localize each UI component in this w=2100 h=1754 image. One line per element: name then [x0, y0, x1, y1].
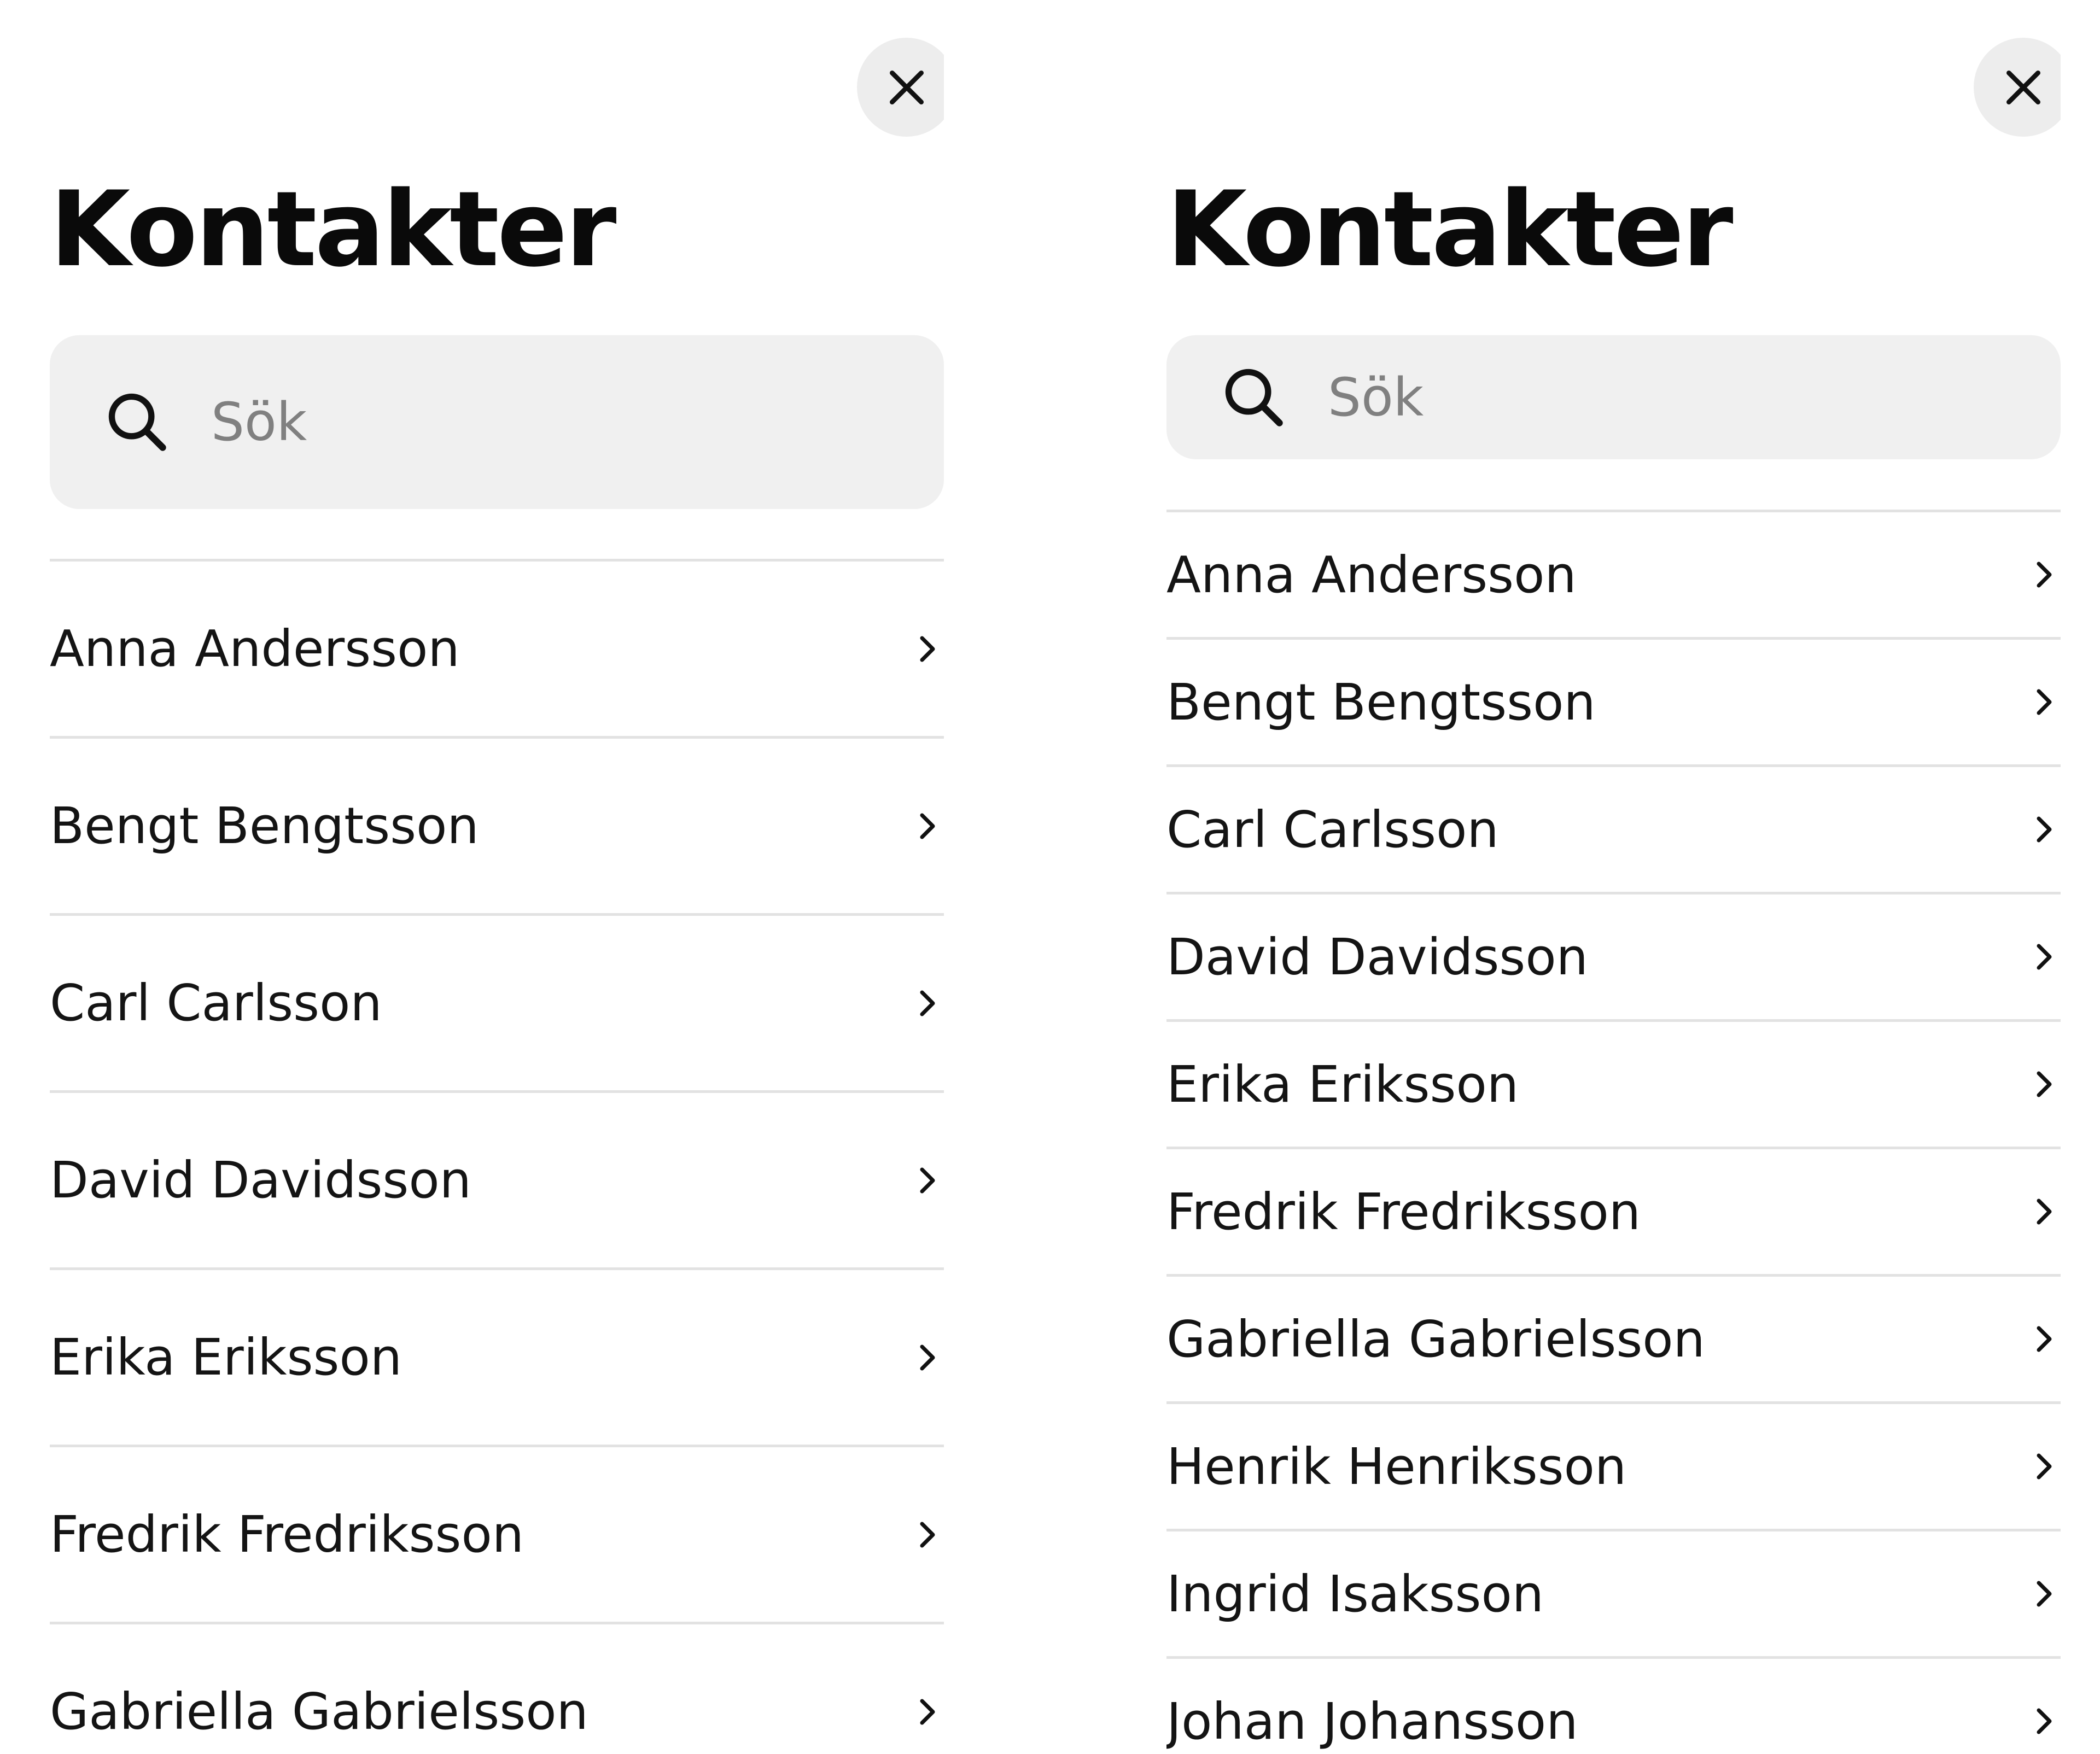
contact-row[interactable]: Henrik Henriksson	[1166, 1401, 2061, 1529]
chevron-right-icon	[2028, 813, 2061, 846]
chevron-right-icon	[911, 1518, 944, 1551]
contact-name: Johan Johansson	[1166, 1692, 1578, 1751]
contact-row[interactable]: Erika Eriksson	[1166, 1019, 2061, 1147]
contact-row[interactable]: David Davidsson	[1166, 892, 2061, 1019]
chevron-right-icon	[2028, 1705, 2061, 1738]
contact-name: Gabriella Gabrielsson	[50, 1682, 588, 1741]
chevron-right-icon	[2028, 1577, 2061, 1610]
search-bar[interactable]	[1166, 335, 2061, 459]
contact-name: David Davidsson	[1166, 927, 1588, 986]
contact-name: Ingrid Isaksson	[1166, 1564, 1544, 1623]
contact-row[interactable]: Bengt Bengtsson	[1166, 637, 2061, 764]
contact-name: Carl Carlsson	[50, 974, 382, 1032]
close-button[interactable]	[857, 38, 944, 137]
contact-row[interactable]: Carl Carlsson	[50, 913, 944, 1090]
contact-list: Anna Andersson Bengt Bengtsson Carl Carlss…	[1166, 510, 2061, 1754]
close-icon	[2002, 66, 2045, 109]
contact-name: Erika Eriksson	[50, 1328, 402, 1387]
contact-row[interactable]: Fredrik Fredriksson	[50, 1445, 944, 1622]
search-input[interactable]	[1328, 366, 2011, 428]
contact-name: Fredrik Fredriksson	[50, 1505, 524, 1564]
contact-row[interactable]: Anna Andersson	[50, 559, 944, 736]
chevron-right-icon	[911, 1341, 944, 1374]
contact-name: Anna Andersson	[50, 619, 460, 678]
contact-row[interactable]: Erika Eriksson	[50, 1267, 944, 1445]
contact-row[interactable]: Carl Carlsson	[1166, 764, 2061, 892]
chevron-right-icon	[911, 1695, 944, 1728]
chevron-right-icon	[2028, 1323, 2061, 1355]
chevron-right-icon	[911, 987, 944, 1020]
chevron-right-icon	[2028, 558, 2061, 591]
chevron-right-icon	[911, 810, 944, 843]
contact-name: Erika Eriksson	[1166, 1055, 1519, 1114]
page-title: Kontakter	[1166, 169, 1733, 290]
contact-name: David Davidsson	[50, 1151, 471, 1209]
chevron-right-icon	[2028, 1068, 2061, 1101]
page-title: Kontakter	[50, 169, 616, 290]
search-icon	[1220, 364, 1288, 431]
contact-name: Fredrik Fredriksson	[1166, 1182, 1641, 1241]
contact-row[interactable]: Johan Johansson	[1166, 1656, 2061, 1754]
close-icon	[885, 66, 929, 109]
search-icon	[103, 388, 171, 456]
contact-row[interactable]: David Davidsson	[50, 1090, 944, 1267]
chevron-right-icon	[2028, 1195, 2061, 1228]
contact-list: Anna Andersson Bengt Bengtsson Carl Carlss…	[50, 559, 944, 1754]
contact-row[interactable]: Anna Andersson	[1166, 510, 2061, 637]
contact-row[interactable]: Gabriella Gabrielsson	[50, 1622, 944, 1754]
contacts-screen-comfortable: Kontakter Anna Andersson Bengt Bengtsson C…	[50, 0, 944, 1754]
search-bar[interactable]	[50, 335, 944, 509]
contact-name: Bengt Bengtsson	[1166, 673, 1596, 732]
chevron-right-icon	[2028, 940, 2061, 973]
chevron-right-icon	[2028, 1450, 2061, 1483]
contact-row[interactable]: Fredrik Fredriksson	[1166, 1147, 2061, 1274]
close-button[interactable]	[1974, 38, 2061, 137]
contact-row[interactable]: Ingrid Isaksson	[1166, 1529, 2061, 1656]
chevron-right-icon	[911, 1164, 944, 1197]
contact-name: Henrik Henriksson	[1166, 1437, 1627, 1496]
chevron-right-icon	[2028, 686, 2061, 718]
contact-row[interactable]: Gabriella Gabrielsson	[1166, 1274, 2061, 1401]
search-input[interactable]	[211, 391, 895, 453]
contact-name: Anna Andersson	[1166, 545, 1577, 604]
contact-row[interactable]: Bengt Bengtsson	[50, 736, 944, 913]
chevron-right-icon	[911, 633, 944, 665]
contact-name: Carl Carlsson	[1166, 800, 1499, 859]
contact-name: Bengt Bengtsson	[50, 797, 479, 855]
contact-name: Gabriella Gabrielsson	[1166, 1309, 1705, 1369]
contacts-screen-compact: Kontakter Anna Andersson Bengt Bengtsson C…	[1166, 0, 2061, 1754]
